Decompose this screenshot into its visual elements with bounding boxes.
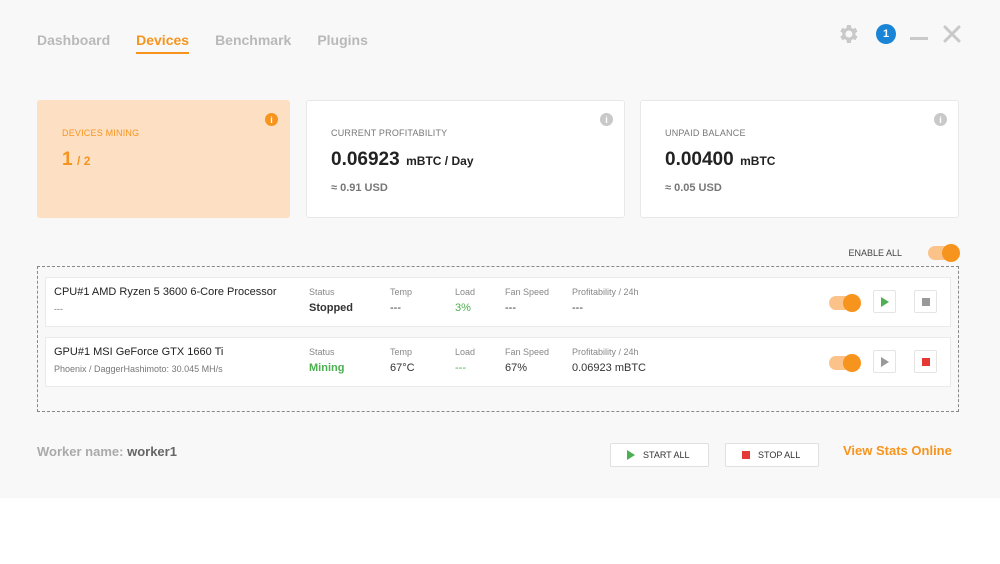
balance-number: 0.00400	[665, 149, 734, 170]
device-enable-toggle[interactable]	[829, 354, 861, 372]
fan-column: Fan Speed ---	[505, 287, 549, 314]
fan-value: ---	[505, 302, 516, 314]
tab-devices[interactable]: Devices	[136, 32, 190, 54]
stop-icon	[921, 357, 930, 366]
profitability-unit: mBTC / Day	[406, 154, 474, 168]
fan-value: 67%	[505, 362, 528, 374]
temp-value: ---	[390, 302, 401, 314]
toggle-knob	[942, 244, 960, 262]
play-icon	[880, 356, 889, 367]
temp-value: 67°C	[390, 362, 415, 374]
enable-all: ENABLE ALL	[848, 244, 960, 262]
profitability-value: 0.06923 mBTC / Day	[331, 149, 474, 171]
temp-column: Temp ---	[390, 287, 412, 314]
devices-mining-value: 1 / 2	[62, 149, 90, 171]
device-row-cpu: CPU#1 AMD Ryzen 5 3600 6-Core Processor …	[45, 277, 951, 327]
worker-name: Worker name: worker1	[37, 444, 177, 459]
worker-label: Worker name:	[37, 444, 124, 459]
unpaid-balance-card: UNPAID BALANCE i 0.00400 mBTC ≈ 0.05 USD	[640, 100, 959, 218]
balance-value: 0.00400 mBTC	[665, 149, 775, 171]
device-algorithm: ---	[54, 304, 63, 314]
load-value: ---	[455, 362, 466, 374]
profit-header: Profitability / 24h	[572, 287, 639, 297]
start-device-button[interactable]	[873, 290, 896, 313]
start-device-button[interactable]	[873, 350, 896, 373]
app-window: Dashboard Devices Benchmark Plugins 1 DE…	[0, 0, 1000, 498]
profit-value: ---	[572, 302, 583, 314]
tab-benchmark[interactable]: Benchmark	[215, 32, 291, 54]
balance-label: UNPAID BALANCE	[665, 128, 746, 138]
fan-header: Fan Speed	[505, 287, 550, 297]
info-icon[interactable]: i	[934, 113, 947, 126]
info-icon[interactable]: i	[600, 113, 613, 126]
balance-usd: ≈ 0.05 USD	[665, 182, 722, 194]
status-column: Status Mining	[309, 347, 344, 374]
devices-mining-label: DEVICES MINING	[62, 128, 140, 138]
load-column: Load ---	[455, 347, 475, 374]
load-value: 3%	[455, 302, 471, 314]
minimize-icon[interactable]	[910, 25, 928, 43]
device-row-gpu: GPU#1 MSI GeForce GTX 1660 Ti Phoenix / …	[45, 337, 951, 387]
profit-column: Profitability / 24h ---	[572, 287, 639, 314]
stop-all-button[interactable]: STOP ALL	[725, 443, 819, 467]
tab-dashboard[interactable]: Dashboard	[37, 32, 110, 54]
device-list: CPU#1 AMD Ryzen 5 3600 6-Core Processor …	[37, 266, 959, 412]
toggle-knob	[843, 354, 861, 372]
tab-plugins[interactable]: Plugins	[317, 32, 368, 54]
fan-column: Fan Speed 67%	[505, 347, 549, 374]
profitability-label: CURRENT PROFITABILITY	[331, 128, 448, 138]
load-header: Load	[455, 287, 476, 297]
temp-header: Temp	[390, 347, 413, 357]
status-value: Mining	[309, 362, 345, 374]
start-all-button[interactable]: START ALL	[610, 443, 709, 467]
stop-device-button[interactable]	[914, 290, 937, 313]
worker-value: worker1	[127, 444, 177, 459]
load-header: Load	[455, 347, 476, 357]
close-icon[interactable]	[942, 24, 962, 44]
enable-all-toggle[interactable]	[928, 244, 960, 262]
stop-icon	[742, 451, 750, 459]
info-icon[interactable]: i	[265, 113, 278, 126]
profitability-number: 0.06923	[331, 149, 400, 170]
play-icon	[627, 450, 635, 460]
profit-header: Profitability / 24h	[572, 347, 639, 357]
enable-all-label: ENABLE ALL	[848, 248, 902, 258]
profitability-card: CURRENT PROFITABILITY i 0.06923 mBTC / D…	[306, 100, 625, 218]
status-header: Status	[309, 287, 335, 297]
gear-icon[interactable]	[836, 22, 860, 46]
status-value: Stopped	[309, 302, 353, 314]
status-column: Status Stopped	[309, 287, 353, 314]
window-controls: 1	[836, 22, 962, 46]
total-count: / 2	[77, 154, 91, 168]
profitability-usd: ≈ 0.91 USD	[331, 182, 388, 194]
profit-value: 0.06923 mBTC	[572, 362, 646, 374]
temp-header: Temp	[390, 287, 413, 297]
temp-column: Temp 67°C	[390, 347, 415, 374]
toggle-knob	[843, 294, 861, 312]
stop-device-button[interactable]	[914, 350, 937, 373]
device-algorithm: Phoenix / DaggerHashimoto: 30.045 MH/s	[54, 364, 223, 374]
view-stats-link[interactable]: View Stats Online	[843, 443, 952, 458]
fan-header: Fan Speed	[505, 347, 550, 357]
play-icon	[880, 296, 889, 307]
device-enable-toggle[interactable]	[829, 294, 861, 312]
load-column: Load 3%	[455, 287, 475, 314]
stop-all-label: STOP ALL	[758, 450, 801, 460]
main-nav: Dashboard Devices Benchmark Plugins	[37, 32, 394, 54]
stop-icon	[921, 297, 930, 306]
devices-mining-card: DEVICES MINING i 1 / 2	[37, 100, 290, 218]
balance-unit: mBTC	[740, 154, 776, 168]
status-header: Status	[309, 347, 335, 357]
device-name: GPU#1 MSI GeForce GTX 1660 Ti	[54, 346, 224, 358]
device-name: CPU#1 AMD Ryzen 5 3600 6-Core Processor	[54, 286, 277, 298]
notification-badge[interactable]: 1	[876, 24, 896, 44]
start-all-label: START ALL	[643, 450, 690, 460]
profit-column: Profitability / 24h 0.06923 mBTC	[572, 347, 646, 374]
active-count: 1	[62, 149, 73, 170]
